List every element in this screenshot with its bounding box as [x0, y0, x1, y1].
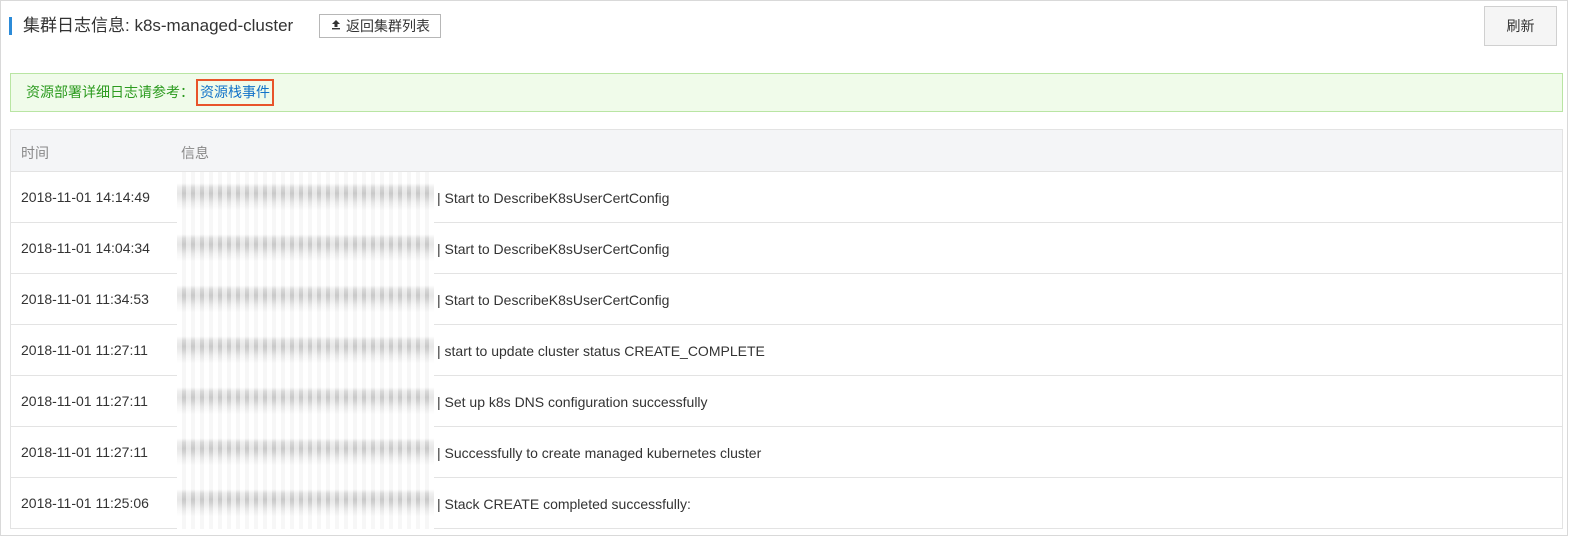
- column-header-time: 时间: [21, 145, 49, 161]
- row-time: 2018-11-01 11:27:11: [21, 342, 148, 358]
- notice-text: 资源部署详细日志请参考：: [26, 84, 194, 100]
- column-header-message: 信息: [181, 145, 209, 161]
- table-row: 2018-11-01 11:27:11 | Successfully to cr…: [11, 427, 1562, 478]
- cluster-log-panel: 集群日志信息: k8s-managed-cluster 返回集群列表 刷新 资源…: [0, 0, 1568, 536]
- redacted-text: [177, 223, 434, 274]
- row-message: | Start to DescribeK8sUserCertConfig: [177, 172, 669, 223]
- message-text: | start to update cluster status CREATE_…: [437, 342, 765, 359]
- row-message: | Set up k8s DNS configuration successfu…: [177, 376, 708, 427]
- row-time: 2018-11-01 11:27:11: [21, 444, 148, 460]
- row-message: | start to update cluster status CREATE_…: [177, 325, 765, 376]
- upload-icon: [330, 15, 342, 37]
- message-text: | Stack CREATE completed successfully:: [437, 495, 691, 512]
- table-row: 2018-11-01 11:25:06 | Stack CREATE compl…: [11, 478, 1562, 529]
- redacted-text: [177, 376, 434, 427]
- message-text: | Start to DescribeK8sUserCertConfig: [437, 240, 670, 257]
- redacted-text: [177, 325, 434, 376]
- redacted-text: [177, 427, 434, 478]
- redacted-text: [177, 172, 434, 223]
- message-text: | Successfully to create managed kuberne…: [437, 444, 762, 461]
- header: 集群日志信息: k8s-managed-cluster 返回集群列表 刷新: [1, 1, 1567, 53]
- back-to-cluster-list-button[interactable]: 返回集群列表: [319, 14, 441, 38]
- table-header: 时间 信息: [11, 130, 1562, 172]
- table-row: 2018-11-01 11:27:11 | Set up k8s DNS con…: [11, 376, 1562, 427]
- page-title: 集群日志信息: k8s-managed-cluster: [23, 16, 294, 35]
- message-text: | Set up k8s DNS configuration successfu…: [437, 393, 708, 410]
- row-time: 2018-11-01 11:34:53: [21, 291, 149, 307]
- row-time: 2018-11-01 14:04:34: [21, 240, 150, 256]
- table-row: 2018-11-01 14:14:49 | Start to DescribeK…: [11, 172, 1562, 223]
- row-time: 2018-11-01 11:27:11: [21, 393, 148, 409]
- table-row: 2018-11-01 11:27:11 | start to update cl…: [11, 325, 1562, 376]
- stack-events-link[interactable]: 资源栈事件: [200, 84, 270, 100]
- row-message: | Stack CREATE completed successfully:: [177, 478, 691, 529]
- message-text: | Start to DescribeK8sUserCertConfig: [437, 189, 670, 206]
- log-table: 时间 信息 2018-11-01 14:14:49 | Start to Des…: [10, 129, 1563, 529]
- refresh-button[interactable]: 刷新: [1484, 6, 1557, 46]
- highlight-box: 资源栈事件: [196, 78, 274, 106]
- row-time: 2018-11-01 14:14:49: [21, 189, 150, 205]
- redacted-text: [177, 274, 434, 325]
- redacted-text: [177, 478, 434, 529]
- back-button-label: 返回集群列表: [346, 18, 430, 34]
- message-text: | Start to DescribeK8sUserCertConfig: [437, 291, 670, 308]
- row-time: 2018-11-01 11:25:06: [21, 495, 149, 511]
- row-message: | Successfully to create managed kuberne…: [177, 427, 761, 478]
- table-row: 2018-11-01 11:34:53 | Start to DescribeK…: [11, 274, 1562, 325]
- table-row: 2018-11-01 14:04:34 | Start to DescribeK…: [11, 223, 1562, 274]
- notice-banner: 资源部署详细日志请参考： 资源栈事件: [10, 73, 1563, 112]
- row-message: | Start to DescribeK8sUserCertConfig: [177, 223, 669, 274]
- row-message: | Start to DescribeK8sUserCertConfig: [177, 274, 669, 325]
- title-accent-bar: [9, 17, 12, 35]
